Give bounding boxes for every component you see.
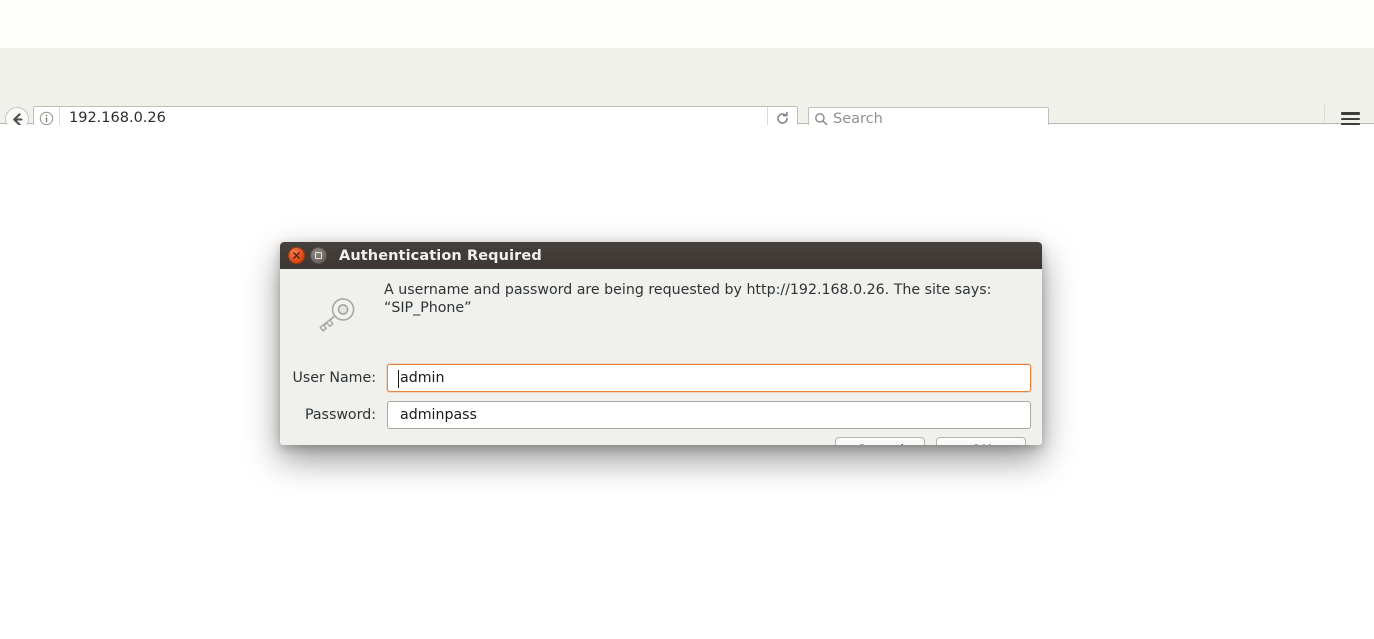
username-label: User Name: [292, 370, 376, 386]
dialog-body: A username and password are being reques… [280, 269, 1042, 445]
authentication-dialog: Authentication Required A username and p… [280, 242, 1042, 445]
tab-strip [0, 0, 1374, 48]
key-icon [308, 291, 364, 339]
ok-button[interactable]: OK [936, 437, 1026, 445]
browser-window: 192.168.0.26 Search Authentication Requi… [0, 0, 1374, 639]
password-field-row: Password: adminpass [280, 401, 1042, 429]
cancel-button[interactable]: Cancel [835, 437, 925, 445]
dialog-titlebar: Authentication Required [280, 242, 1042, 269]
password-value: adminpass [400, 407, 477, 423]
text-caret [398, 370, 399, 388]
username-value: admin [400, 370, 445, 386]
dialog-message: A username and password are being reques… [384, 282, 992, 316]
dialog-button-row: Cancel OK [835, 437, 1026, 445]
menu-bar-1 [1340, 112, 1360, 115]
password-label: Password: [304, 407, 376, 423]
username-field-row: User Name: admin [280, 364, 1042, 392]
navigation-toolbar: 192.168.0.26 Search [0, 48, 1374, 133]
maximize-icon[interactable] [310, 247, 327, 264]
close-icon[interactable] [288, 247, 305, 264]
menu-bar-2 [1340, 117, 1360, 121]
maximize-square [315, 252, 322, 259]
password-input[interactable]: adminpass [387, 401, 1031, 429]
username-input[interactable]: admin [387, 364, 1031, 392]
dialog-title: Authentication Required [339, 247, 542, 264]
